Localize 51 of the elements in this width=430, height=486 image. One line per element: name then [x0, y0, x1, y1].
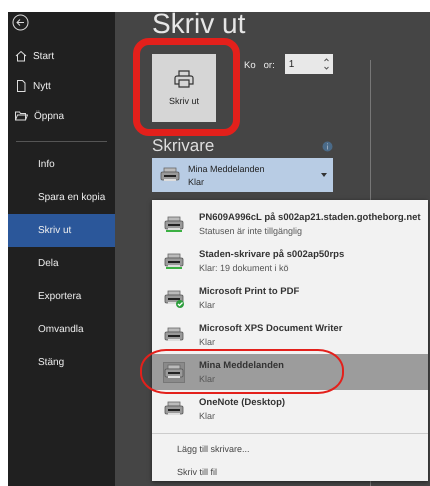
printer-icon	[174, 70, 194, 88]
printer-option[interactable]: Staden-skrivare på s002ap50rps Klar: 19 dokument i kö	[152, 243, 428, 279]
printer-status: Klar	[188, 176, 206, 186]
section-heading: Skrivare	[152, 136, 214, 156]
copies-label: Ko	[244, 60, 256, 71]
sidebar-item[interactable]: Start	[8, 41, 115, 71]
printer-status: Klar	[199, 337, 216, 347]
printer-option[interactable]: Microsoft Print to PDF Klar	[152, 280, 428, 316]
printer-status: Klar	[199, 374, 216, 384]
print-button[interactable]: Skriv ut	[152, 54, 216, 122]
printer-name: Microsoft Print to PDF	[199, 286, 300, 297]
printer-name: Staden-skrivare på s002ap50rps	[199, 249, 344, 260]
menu-action[interactable]: Skriv till fil	[152, 461, 428, 484]
home-icon	[15, 50, 27, 62]
printer-name: OneNote (Desktop)	[199, 397, 286, 408]
copies-field[interactable]: 1	[284, 54, 333, 74]
sidebar-item[interactable]: Dela	[8, 247, 115, 280]
sidebar-item[interactable]: Omvandla	[8, 313, 115, 346]
printer-name: PN609A996cL på s002ap21.staden.gotheborg.net	[199, 212, 421, 223]
printer-status: Statusen är inte tillgänglig	[199, 226, 304, 236]
sidebar-item[interactable]: Öppna	[8, 101, 115, 131]
printer-status: Klar	[199, 411, 216, 421]
printer-status: Klar: 19 dokument i kö	[199, 263, 290, 273]
page-title: Skriv ut	[152, 12, 246, 41]
printer-icon	[164, 214, 184, 234]
sidebar-item[interactable]: Stäng	[8, 346, 115, 379]
printer-option[interactable]: OneNote (Desktop) Klar	[152, 391, 428, 427]
folder-icon	[15, 110, 28, 122]
printer-option[interactable]: Microsoft XPS Document Writer Klar	[152, 317, 428, 353]
printer-option[interactable]: Mina Meddelanden Klar	[152, 354, 428, 390]
printer-name: Mina Meddelanden	[199, 360, 284, 371]
spinner-icon[interactable]	[324, 57, 329, 71]
copies-label: or:	[264, 60, 275, 71]
printer-dropdown[interactable]: Mina Meddelanden Klar	[152, 158, 333, 192]
printer-option[interactable]: PN609A996cL på s002ap21.staden.gotheborg.net Statusen är inte tillgänglig	[152, 206, 428, 242]
caret-icon	[321, 173, 327, 177]
sidebar-item[interactable]: Skriv ut	[8, 214, 115, 247]
printer-name: Mina Meddelanden	[188, 164, 266, 174]
document-icon	[15, 80, 27, 92]
printer-name: Microsoft XPS Document Writer	[199, 323, 342, 334]
info-icon[interactable]	[322, 140, 333, 152]
printer-status: Klar	[199, 300, 216, 310]
menu-action[interactable]: Lägg till skrivare...	[152, 438, 428, 461]
sidebar-item[interactable]: Exportera	[8, 280, 115, 313]
printer-icon	[164, 288, 184, 308]
printer-icon	[164, 252, 184, 270]
printer-icon	[164, 362, 184, 382]
sidebar-item[interactable]: Spara en kopia	[8, 181, 115, 214]
sidebar-item[interactable]: Info	[8, 148, 115, 181]
back-icon[interactable]	[12, 14, 29, 31]
sidebar-item[interactable]: Nytt	[8, 71, 115, 101]
